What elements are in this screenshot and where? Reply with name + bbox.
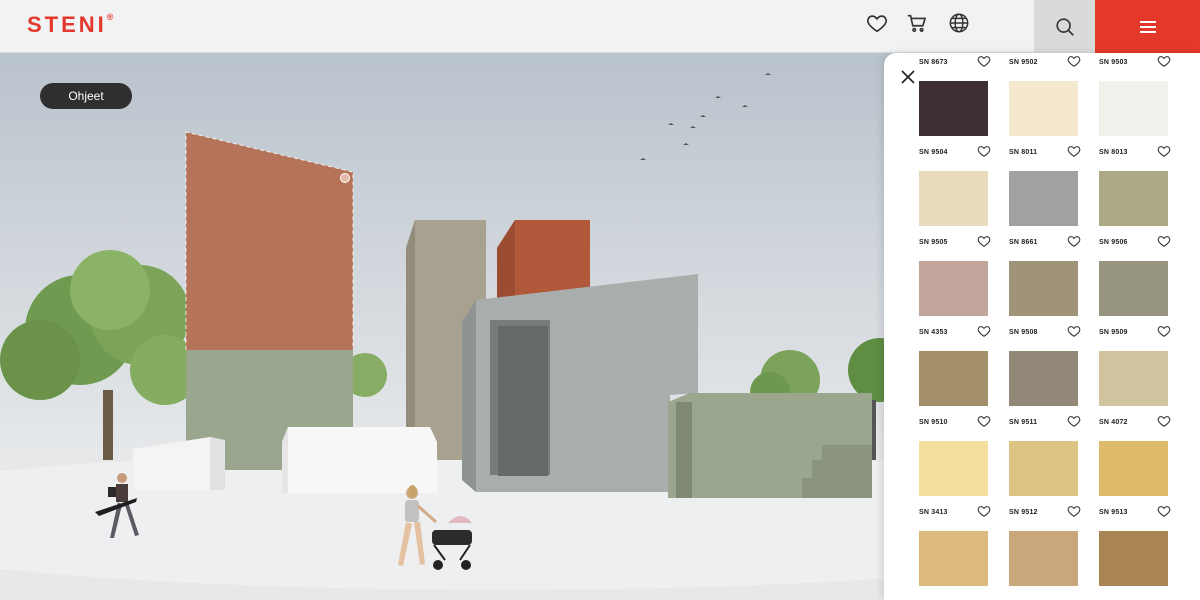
color-swatch-item[interactable]: SN 4072 (1099, 416, 1174, 509)
color-swatch[interactable] (1099, 351, 1168, 406)
color-swatch[interactable] (919, 351, 988, 406)
color-swatch-item[interactable]: SN 8673 (919, 56, 994, 149)
swatch-code-label: SN 9510 (919, 419, 948, 426)
favorite-heart-icon[interactable] (1067, 54, 1081, 68)
swatch-code-label: SN 9506 (1099, 239, 1128, 246)
color-swatch-item[interactable]: SN 9512 (1009, 506, 1084, 599)
swatch-code-label: SN 4353 (919, 329, 948, 336)
favorite-heart-icon[interactable] (977, 414, 991, 428)
guide-button[interactable]: Ohjeet (40, 83, 132, 109)
color-swatch[interactable] (1099, 441, 1168, 496)
color-swatch-item[interactable]: SN 9508 (1009, 326, 1084, 419)
color-swatch[interactable] (1099, 531, 1168, 586)
color-swatch[interactable] (1009, 81, 1078, 136)
color-swatch[interactable] (1099, 171, 1168, 226)
swatch-code-label: SN 9508 (1009, 329, 1038, 336)
favorite-heart-icon[interactable] (1157, 324, 1171, 338)
color-swatch[interactable] (1099, 261, 1168, 316)
swatch-code-label: SN 8013 (1099, 149, 1128, 156)
steni-logo[interactable]: STENI® (27, 12, 113, 38)
menu-icon (1139, 20, 1156, 33)
favorite-heart-icon[interactable] (1157, 414, 1171, 428)
search-button[interactable] (1034, 0, 1095, 53)
color-swatch-item[interactable]: SN 9504 (919, 146, 994, 239)
swatch-code-label: SN 9504 (919, 149, 948, 156)
color-swatch[interactable] (919, 531, 988, 586)
swatch-code-label: SN 9505 (919, 239, 948, 246)
search-icon (1055, 17, 1074, 36)
globe-icon[interactable] (948, 12, 970, 34)
swatch-code-label: SN 8673 (919, 59, 948, 66)
swatch-code-label: SN 9509 (1099, 329, 1128, 336)
color-swatch[interactable] (1009, 351, 1078, 406)
color-swatch-item[interactable]: SN 9511 (1009, 416, 1084, 509)
favorite-heart-icon[interactable] (977, 324, 991, 338)
color-swatch-item[interactable]: SN 9502 (1009, 56, 1084, 149)
swatch-code-label: SN 3413 (919, 509, 948, 516)
close-panel-button[interactable] (900, 69, 916, 85)
favorite-heart-icon[interactable] (977, 504, 991, 518)
swatch-code-label: SN 4072 (1099, 419, 1128, 426)
cart-icon[interactable] (906, 12, 928, 34)
color-swatch-item[interactable]: SN 9505 (919, 236, 994, 329)
favorite-heart-icon[interactable] (1157, 144, 1171, 158)
info-icon[interactable] (340, 173, 350, 183)
color-swatch-item[interactable]: SN 3413 (919, 506, 994, 599)
color-swatch[interactable] (1009, 261, 1078, 316)
color-swatch-item[interactable]: SN 8011 (1009, 146, 1084, 239)
swatch-code-label: SN 8661 (1009, 239, 1038, 246)
favorite-heart-icon[interactable] (1157, 504, 1171, 518)
favorite-heart-icon[interactable] (977, 234, 991, 248)
top-bar: STENI® (0, 0, 1200, 53)
color-swatch-item[interactable]: SN 9510 (919, 416, 994, 509)
favorite-heart-icon[interactable] (1067, 144, 1081, 158)
color-swatch-item[interactable]: SN 8013 (1099, 146, 1174, 239)
swatch-code-label: SN 9512 (1009, 509, 1038, 516)
favorite-heart-icon[interactable] (1067, 234, 1081, 248)
favorite-heart-icon[interactable] (1157, 54, 1171, 68)
favorite-heart-icon[interactable] (1067, 324, 1081, 338)
swatch-code-label: SN 9502 (1009, 59, 1038, 66)
favorite-heart-icon[interactable] (1157, 234, 1171, 248)
favorites-heart-icon[interactable] (866, 12, 888, 34)
favorite-heart-icon[interactable] (1067, 504, 1081, 518)
color-swatch-item[interactable]: SN 9503 (1099, 56, 1174, 149)
favorite-heart-icon[interactable] (977, 144, 991, 158)
color-swatch-item[interactable]: SN 8661 (1009, 236, 1084, 329)
color-swatch-item[interactable]: SN 9506 (1099, 236, 1174, 329)
close-icon (901, 70, 915, 84)
color-swatch[interactable] (1009, 531, 1078, 586)
swatch-code-label: SN 8011 (1009, 149, 1038, 156)
menu-button[interactable] (1095, 0, 1200, 53)
color-swatch[interactable] (919, 261, 988, 316)
color-picker-panel: SN 8673 SN 9502 SN 9503 SN 9504 SN 8011 SN 80… (884, 53, 1200, 600)
favorite-heart-icon[interactable] (977, 54, 991, 68)
swatch-code-label: SN 9503 (1099, 59, 1128, 66)
color-swatch-item[interactable]: SN 9509 (1099, 326, 1174, 419)
color-swatch[interactable] (1099, 81, 1168, 136)
favorite-heart-icon[interactable] (1067, 414, 1081, 428)
color-swatch[interactable] (919, 441, 988, 496)
color-swatch[interactable] (1009, 171, 1078, 226)
color-swatch[interactable] (919, 171, 988, 226)
swatch-code-label: SN 9511 (1009, 419, 1038, 426)
swatch-code-label: SN 9513 (1099, 509, 1128, 516)
color-swatch-item[interactable]: SN 9513 (1099, 506, 1174, 599)
color-swatch[interactable] (1009, 441, 1078, 496)
white-block-center (282, 427, 437, 493)
color-swatch-item[interactable]: SN 4353 (919, 326, 994, 419)
color-swatch[interactable] (919, 81, 988, 136)
